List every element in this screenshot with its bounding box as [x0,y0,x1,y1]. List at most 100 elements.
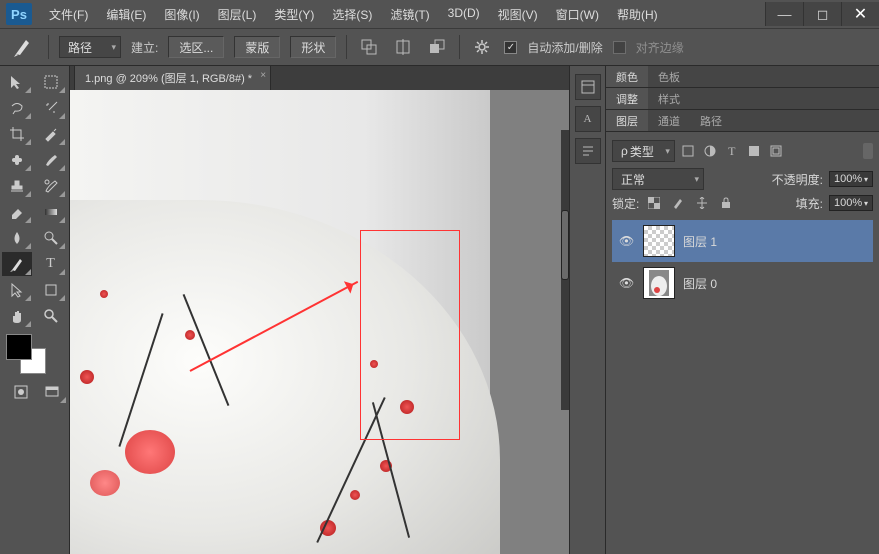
lock-position-icon[interactable] [693,194,711,212]
screenmode-tool[interactable] [38,380,68,404]
brush-tool[interactable] [36,148,66,172]
maximize-button[interactable]: ◻ [803,2,841,26]
menu-help[interactable]: 帮助(H) [610,3,665,26]
lock-transparency-icon[interactable] [645,194,663,212]
path-combine-icon[interactable] [357,36,381,58]
scrollbar-thumb[interactable] [561,210,569,280]
color-panel-tab[interactable]: 颜色 [606,66,648,87]
menu-window[interactable]: 窗口(W) [549,3,606,26]
layer-name[interactable]: 图层 1 [683,233,717,250]
filter-pixel-icon[interactable] [679,142,697,160]
lock-pixels-icon[interactable] [669,194,687,212]
menu-layer[interactable]: 图层(L) [211,3,264,26]
menu-type[interactable]: 类型(Y) [267,3,321,26]
document-tabs: 1.png @ 209% (图层 1, RGB/8#) * × [70,66,569,90]
menubar: 文件(F) 编辑(E) 图像(I) 图层(L) 类型(Y) 选择(S) 滤镜(T… [38,3,765,26]
current-tool-indicator[interactable] [8,32,38,62]
filter-smart-icon[interactable] [767,142,785,160]
menu-file[interactable]: 文件(F) [42,3,95,26]
foreground-color[interactable] [6,334,32,360]
layer-thumbnail[interactable] [643,225,675,257]
hand-tool[interactable] [2,304,32,328]
pen-tool[interactable] [2,252,32,276]
align-edges-label: 对齐边缘 [636,39,684,56]
panel-dock: A [570,66,606,554]
layer-thumbnail[interactable] [643,267,675,299]
color-swatch[interactable] [6,334,46,374]
separator [48,35,49,59]
menu-view[interactable]: 视图(V) [491,3,545,26]
menu-filter[interactable]: 滤镜(T) [383,3,436,26]
stamp-tool[interactable] [2,174,32,198]
layers-panel-tab[interactable]: 图层 [606,110,648,131]
lasso-tool[interactable] [2,96,32,120]
opacity-input[interactable]: 100%▾ [829,171,873,187]
menu-image[interactable]: 图像(I) [157,3,206,26]
filter-shape-icon[interactable] [745,142,763,160]
eyedropper-tool[interactable] [36,122,66,146]
quickmask-tool[interactable] [6,380,36,404]
mode-select[interactable]: 路径 [59,36,121,58]
path-arrange-icon[interactable] [425,36,449,58]
menu-edit[interactable]: 编辑(E) [99,3,153,26]
adjustments-panel-tab[interactable]: 调整 [606,88,648,109]
wand-tool[interactable] [36,96,66,120]
paths-panel-tab[interactable]: 路径 [690,110,732,131]
filter-type-icon[interactable]: T [723,142,741,160]
fill-input[interactable]: 100%▾ [829,195,873,211]
healing-tool[interactable] [2,148,32,172]
lock-all-icon[interactable] [717,194,735,212]
align-edges-checkbox[interactable] [613,41,626,54]
layers-panel: ρ类型 T 正常 不透明度: 100%▾ 锁定: [606,132,879,308]
make-shape-button[interactable]: 形状 [290,36,336,58]
crop-tool[interactable] [2,122,32,146]
vertical-scrollbar[interactable] [561,130,569,410]
blend-mode-select[interactable]: 正常 [612,168,704,190]
close-button[interactable]: ✕ [841,2,879,26]
path-select-tool[interactable] [2,278,32,302]
fill-label: 填充: [796,195,823,212]
auto-add-label: 自动添加/删除 [527,39,602,56]
dock-character-icon[interactable]: A [575,106,601,132]
marquee-tool[interactable] [36,70,66,94]
move-tool[interactable] [2,70,32,94]
make-label: 建立: [131,39,158,56]
visibility-icon[interactable]: 👁 [619,234,635,248]
app-logo: Ps [6,3,32,25]
dodge-tool[interactable] [36,226,66,250]
layer-row[interactable]: 👁 图层 1 [612,220,873,262]
lock-label: 锁定: [612,195,639,212]
canvas[interactable] [70,90,569,554]
type-tool[interactable]: T [36,252,66,276]
history-brush-tool[interactable] [36,174,66,198]
zoom-tool[interactable] [36,304,66,328]
path-align-icon[interactable] [391,36,415,58]
dock-paragraph-icon[interactable] [575,138,601,164]
filter-toggle[interactable] [863,143,873,159]
menu-3d[interactable]: 3D(D) [441,3,487,26]
document-tab[interactable]: 1.png @ 209% (图层 1, RGB/8#) * × [74,65,271,90]
window-controls: — ◻ ✕ [765,2,879,26]
annotation-rectangle [360,230,460,440]
blur-tool[interactable] [2,226,32,250]
gear-icon[interactable] [470,36,494,58]
channels-panel-tab[interactable]: 通道 [648,110,690,131]
make-selection-button[interactable]: 选区... [168,36,224,58]
layer-row[interactable]: 👁 图层 0 [612,262,873,304]
swatches-panel-tab[interactable]: 色板 [648,66,690,87]
visibility-icon[interactable]: 👁 [619,276,635,290]
dock-history-icon[interactable] [575,74,601,100]
minimize-button[interactable]: — [765,2,803,26]
gradient-tool[interactable] [36,200,66,224]
toolbox: T [0,66,70,554]
layer-name[interactable]: 图层 0 [683,275,717,292]
shape-tool[interactable] [36,278,66,302]
eraser-tool[interactable] [2,200,32,224]
auto-add-checkbox[interactable]: ✓ [504,41,517,54]
styles-panel-tab[interactable]: 样式 [648,88,690,109]
layer-filter-select[interactable]: ρ类型 [612,140,675,162]
menu-select[interactable]: 选择(S) [325,3,379,26]
close-tab-icon[interactable]: × [260,70,266,81]
make-mask-button[interactable]: 蒙版 [234,36,280,58]
filter-adjust-icon[interactable] [701,142,719,160]
